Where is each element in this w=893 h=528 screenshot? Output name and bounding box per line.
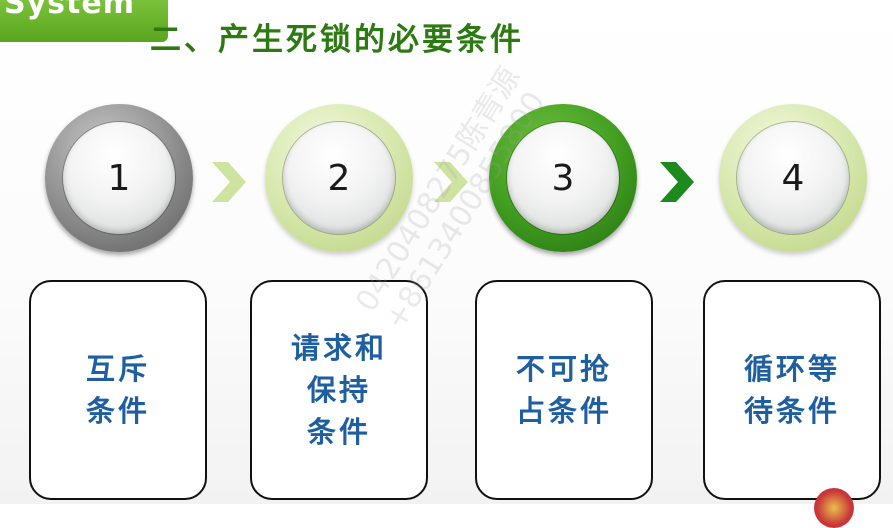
step-circle-2-face: 2 <box>283 122 395 234</box>
condition-3-line-2: 占条件 <box>515 394 612 428</box>
chevron-right-icon-1 <box>208 160 248 204</box>
condition-card-1: 互斥 条件 <box>29 280 207 500</box>
condition-card-4-text: 循环等 待条件 <box>705 282 879 498</box>
step-circle-1: 1 <box>45 104 193 252</box>
header-tab-text: System <box>4 0 135 21</box>
page-title: 二、产生死锁的必要条件 <box>150 22 524 58</box>
condition-3-line-1: 不可抢 <box>515 352 612 386</box>
condition-2-line-2: 保持 <box>306 373 371 407</box>
condition-card-1-text: 互斥 条件 <box>31 282 205 498</box>
condition-4-line-2: 待条件 <box>743 394 840 428</box>
condition-card-3: 不可抢 占条件 <box>475 280 653 500</box>
step-circle-1-face: 1 <box>63 122 175 234</box>
condition-card-4: 循环等 待条件 <box>703 280 881 500</box>
header-tab: System <box>0 0 168 42</box>
condition-4-line-1: 循环等 <box>743 352 840 386</box>
step-number-2: 2 <box>327 157 351 199</box>
condition-card-3-text: 不可抢 占条件 <box>477 282 651 498</box>
step-circle-2: 2 <box>265 104 413 252</box>
step-number-3: 3 <box>551 157 575 199</box>
step-circle-4: 4 <box>719 104 867 252</box>
condition-2-line-1: 请求和 <box>290 331 387 365</box>
seal-logo <box>814 488 854 528</box>
condition-2-line-3: 条件 <box>306 415 371 449</box>
condition-1-line-1: 互斥 <box>85 352 150 386</box>
condition-1-line-2: 条件 <box>85 394 150 428</box>
step-number-4: 4 <box>781 157 805 199</box>
chevron-right-icon-3 <box>656 160 696 204</box>
step-number-1: 1 <box>107 157 131 199</box>
step-circle-4-face: 4 <box>737 122 849 234</box>
